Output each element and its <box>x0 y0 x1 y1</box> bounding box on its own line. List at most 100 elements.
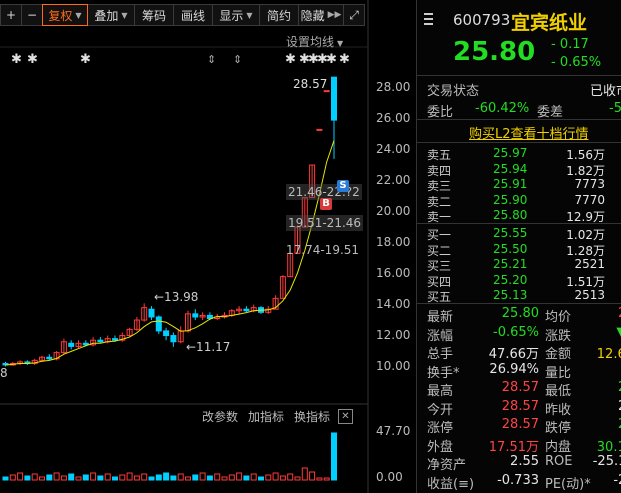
stat-label: 量比 <box>545 365 572 381</box>
simple-mode-button[interactable]: 简约 <box>259 4 299 26</box>
stat-value: 25.80 <box>501 306 539 321</box>
candle-body[interactable] <box>163 330 170 337</box>
event-star-icon[interactable]: ✱ <box>326 52 337 67</box>
ask-volume: 1.56万 <box>566 148 605 162</box>
stat-label: 昨收 <box>545 402 572 418</box>
volume-bar <box>141 473 148 481</box>
price-axis-label: 20.00 <box>376 204 411 218</box>
stat-value: 2.55 <box>510 454 539 469</box>
volume-bar <box>24 475 31 481</box>
event-star-icon[interactable]: ✱ <box>27 52 38 67</box>
event-star-icon[interactable]: ✱ <box>80 52 91 67</box>
stat-value: 17.51万 <box>488 439 539 455</box>
price-axis-label: 10.00 <box>376 359 411 373</box>
ask-row[interactable]: 卖五 25.97 1.56万 <box>427 146 621 162</box>
local-low-marker: ←11.17 <box>186 340 231 354</box>
candle-body[interactable] <box>170 335 177 343</box>
stock-code: 600793 <box>453 11 511 29</box>
edit-params-button[interactable]: 改参数 <box>202 408 238 425</box>
ask-row[interactable]: 卖三 25.91 7773 <box>427 177 621 193</box>
hide-button[interactable]: 隐藏 ▶▶ <box>298 4 344 26</box>
candle-body[interactable] <box>82 342 89 346</box>
ask-row[interactable]: 卖一 25.80 12.9万 <box>427 208 621 224</box>
stat-row: 外盘 17.51万内盘 30.15万 <box>427 436 621 455</box>
price-axis-label: 26.00 <box>376 111 411 125</box>
candle-body[interactable] <box>97 339 104 343</box>
sell-signal-badge[interactable]: S <box>337 180 349 192</box>
candle-body[interactable] <box>112 338 118 341</box>
bid-row[interactable]: 买一 25.55 1.02万 <box>427 226 621 242</box>
zoom-in-button[interactable]: + <box>0 4 22 26</box>
ask-volume: 1.82万 <box>566 163 605 178</box>
volume-bar <box>294 476 301 481</box>
ask-level-label: 卖二 <box>427 194 452 209</box>
ask-row[interactable]: 卖四 25.94 1.82万 <box>427 161 621 178</box>
price-axis-label: 24.00 <box>376 142 411 156</box>
event-star-icon[interactable]: ✱ <box>285 52 296 67</box>
kline-chart-panel[interactable]: + − 复权 ▼ 叠加 ▼ 筹码 画线 显示 ▼ 简约 隐藏 ▶▶ ⤢ 设置均线 ▼ ✱ … <box>0 0 416 493</box>
candle-body[interactable] <box>68 342 75 347</box>
overlay-button[interactable]: 叠加 ▼ <box>87 4 135 26</box>
candle-body[interactable] <box>331 76 337 121</box>
add-indicator-button[interactable]: 加指标 <box>248 408 284 425</box>
volume-bar <box>331 432 337 481</box>
left-edge-value: 8 <box>0 366 8 380</box>
price-change-percent: - 0.65% <box>551 55 602 70</box>
zoom-out-button[interactable]: − <box>21 4 43 26</box>
bid-level-label: 买四 <box>427 274 452 289</box>
switch-indicator-button[interactable]: 换指标 <box>294 408 330 425</box>
bid-row[interactable]: 买四 25.20 1.51万 <box>427 273 621 289</box>
candle-body[interactable] <box>155 316 162 332</box>
menu-icon[interactable] <box>424 13 433 28</box>
bid-row[interactable]: 买五 25.13 2513 <box>427 288 621 304</box>
bid-row[interactable]: 买三 25.21 2521 <box>427 257 621 273</box>
candle-body[interactable] <box>316 128 323 131</box>
volume-bar <box>301 467 308 481</box>
ma-settings-dropdown[interactable]: 设置均线 ▼ <box>286 33 343 50</box>
weibi-value: -60.42% <box>475 101 530 116</box>
candle-body[interactable] <box>46 356 53 360</box>
fuquan-button[interactable]: 复权 ▼ <box>42 4 88 26</box>
bid-price: 25.50 <box>493 241 528 256</box>
fullscreen-button[interactable]: ⤢ <box>343 4 365 26</box>
stat-value: 28.57 <box>501 398 539 414</box>
volume-bar <box>126 472 133 481</box>
candle-body[interactable] <box>243 308 250 312</box>
trade-status-label: 交易状态 <box>427 84 480 99</box>
display-button[interactable]: 显示 ▼ <box>212 4 260 26</box>
volume-bar <box>228 474 235 481</box>
ask-volume: 7773 <box>574 177 605 191</box>
close-indicator-button[interactable]: ✕ <box>338 409 353 424</box>
candle-body[interactable] <box>192 313 199 318</box>
ask-row[interactable]: 卖二 25.90 7770 <box>427 193 621 209</box>
bid-volume: 1.02万 <box>566 228 605 242</box>
bid-row[interactable]: 买二 25.50 1.28万 <box>427 241 621 258</box>
event-arrow-icon[interactable]: ⇕ <box>207 53 216 66</box>
weibi-label: 委比 <box>427 105 454 120</box>
chip-button[interactable]: 筹码 <box>134 4 174 26</box>
ask-price: 25.94 <box>493 161 528 176</box>
last-price: 25.80 <box>453 37 536 67</box>
stat-value: 23.3 <box>587 417 621 432</box>
draw-line-button[interactable]: 画线 <box>173 4 213 26</box>
event-star-icon[interactable]: ✱ <box>11 52 22 67</box>
buy-l2-link[interactable]: 购买L2查看十档行情 <box>469 123 589 142</box>
volume-bar <box>9 474 16 481</box>
stat-value: 26.5 <box>587 306 621 321</box>
candle-body[interactable] <box>148 308 155 318</box>
stat-label: 跌停 <box>545 421 572 436</box>
volume-bar <box>214 473 221 481</box>
volume-bar <box>316 477 323 481</box>
moving-average-line <box>5 140 335 366</box>
volume-axis-label: 47.70 <box>376 424 411 438</box>
stat-value: 26.94% <box>489 361 539 377</box>
stat-value: 28.57 <box>501 417 539 432</box>
price-change: - 0.17 <box>551 37 589 52</box>
event-arrow-icon[interactable]: ⇕ <box>233 53 242 66</box>
stat-value: 47.66万 <box>488 347 539 362</box>
event-star-icon[interactable]: ✱ <box>339 52 350 67</box>
buy-signal-badge[interactable]: B <box>320 198 332 210</box>
ask-price: 25.80 <box>493 208 528 222</box>
stat-row: 今开 28.57 昨收 25.9 <box>427 398 621 418</box>
ask-price: 25.97 <box>493 146 528 160</box>
